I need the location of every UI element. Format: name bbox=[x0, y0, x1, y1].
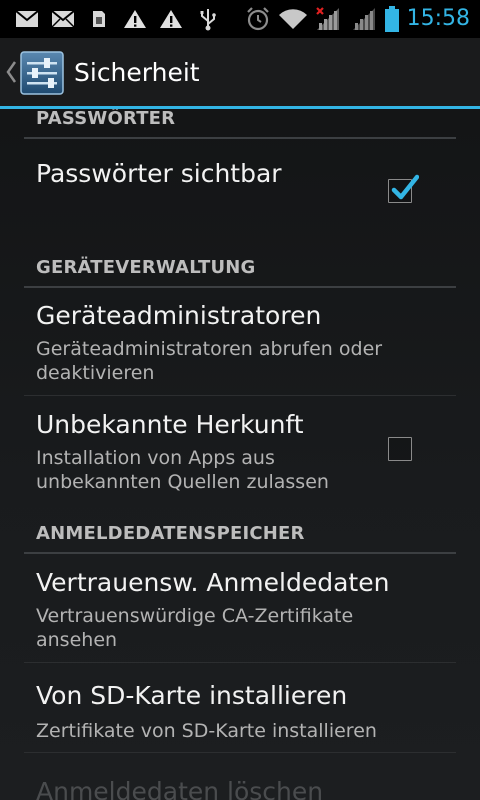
pref-summary: Zertifikate von SD-Karte installieren bbox=[36, 720, 377, 742]
usb-icon bbox=[196, 0, 220, 38]
up-caret-icon[interactable] bbox=[5, 60, 17, 84]
warning-icon bbox=[158, 0, 184, 38]
pref-trusted-credentials[interactable]: Vertrauensw. Anmeldedaten Vertrauenswürd… bbox=[0, 554, 480, 662]
battery-icon bbox=[382, 0, 402, 38]
pref-summary: Vertrauenswürdige CA-Zertifikate ansehen bbox=[36, 605, 354, 651]
signal-no-service-icon bbox=[314, 0, 342, 38]
unknown-sources-checkbox[interactable] bbox=[388, 437, 412, 461]
category-header-passwords: PASSWÖRTER bbox=[24, 109, 456, 139]
category-label: GERÄTEVERWALTUNG bbox=[36, 257, 256, 278]
category-label: ANMELDEDATENSPEICHER bbox=[36, 523, 305, 544]
settings-list[interactable]: PASSWÖRTER Passwörter sichtbar GERÄTEVER… bbox=[0, 109, 480, 800]
pref-clear-credentials: Anmeldedaten löschen bbox=[0, 753, 480, 800]
alarm-icon bbox=[244, 0, 272, 38]
pref-install-from-sd-card[interactable]: Von SD-Karte installieren Zertifikate vo… bbox=[0, 663, 480, 751]
wifi-icon bbox=[277, 0, 309, 38]
settings-icon[interactable] bbox=[20, 51, 64, 95]
pref-unknown-sources[interactable]: Unbekannte Herkunft Installation von App… bbox=[0, 396, 480, 506]
pref-title: Unbekannte Herkunft bbox=[36, 410, 304, 439]
gmail-icon bbox=[14, 0, 40, 38]
clock: 15:58 bbox=[406, 6, 470, 31]
category-header-device-administration: GERÄTEVERWALTUNG bbox=[24, 243, 456, 288]
pref-summary: Installation von Apps aus unbekannten Qu… bbox=[36, 447, 329, 493]
pref-summary: Geräteadministratoren abrufen oder deakt… bbox=[36, 338, 383, 384]
sim-card-icon bbox=[89, 0, 109, 38]
status-bar: 15:58 bbox=[0, 0, 480, 38]
signal-icon bbox=[350, 0, 378, 38]
category-header-credential-storage: ANMELDEDATENSPEICHER bbox=[24, 507, 456, 554]
page-title: Sicherheit bbox=[74, 58, 200, 87]
pref-title: Vertrauensw. Anmeldedaten bbox=[36, 568, 390, 597]
email-icon bbox=[50, 0, 76, 38]
warning-icon bbox=[122, 0, 148, 38]
pref-title: Passwörter sichtbar bbox=[36, 159, 282, 188]
pref-device-administrators[interactable]: Geräteadministratoren Geräteadministrato… bbox=[0, 287, 480, 395]
pref-title: Von SD-Karte installieren bbox=[36, 681, 348, 710]
action-bar[interactable]: Sicherheit bbox=[0, 38, 480, 106]
pref-title: Geräteadministratoren bbox=[36, 301, 322, 330]
pref-title: Anmeldedaten löschen bbox=[36, 777, 324, 800]
checkmark-icon bbox=[391, 174, 419, 200]
screen: 15:58 Sicherheit PASSWÖRTER Passwörter s… bbox=[0, 0, 480, 800]
show-passwords-checkbox[interactable] bbox=[388, 174, 419, 203]
category-label: PASSWÖRTER bbox=[36, 109, 176, 129]
pref-show-passwords[interactable]: Passwörter sichtbar bbox=[0, 139, 480, 255]
